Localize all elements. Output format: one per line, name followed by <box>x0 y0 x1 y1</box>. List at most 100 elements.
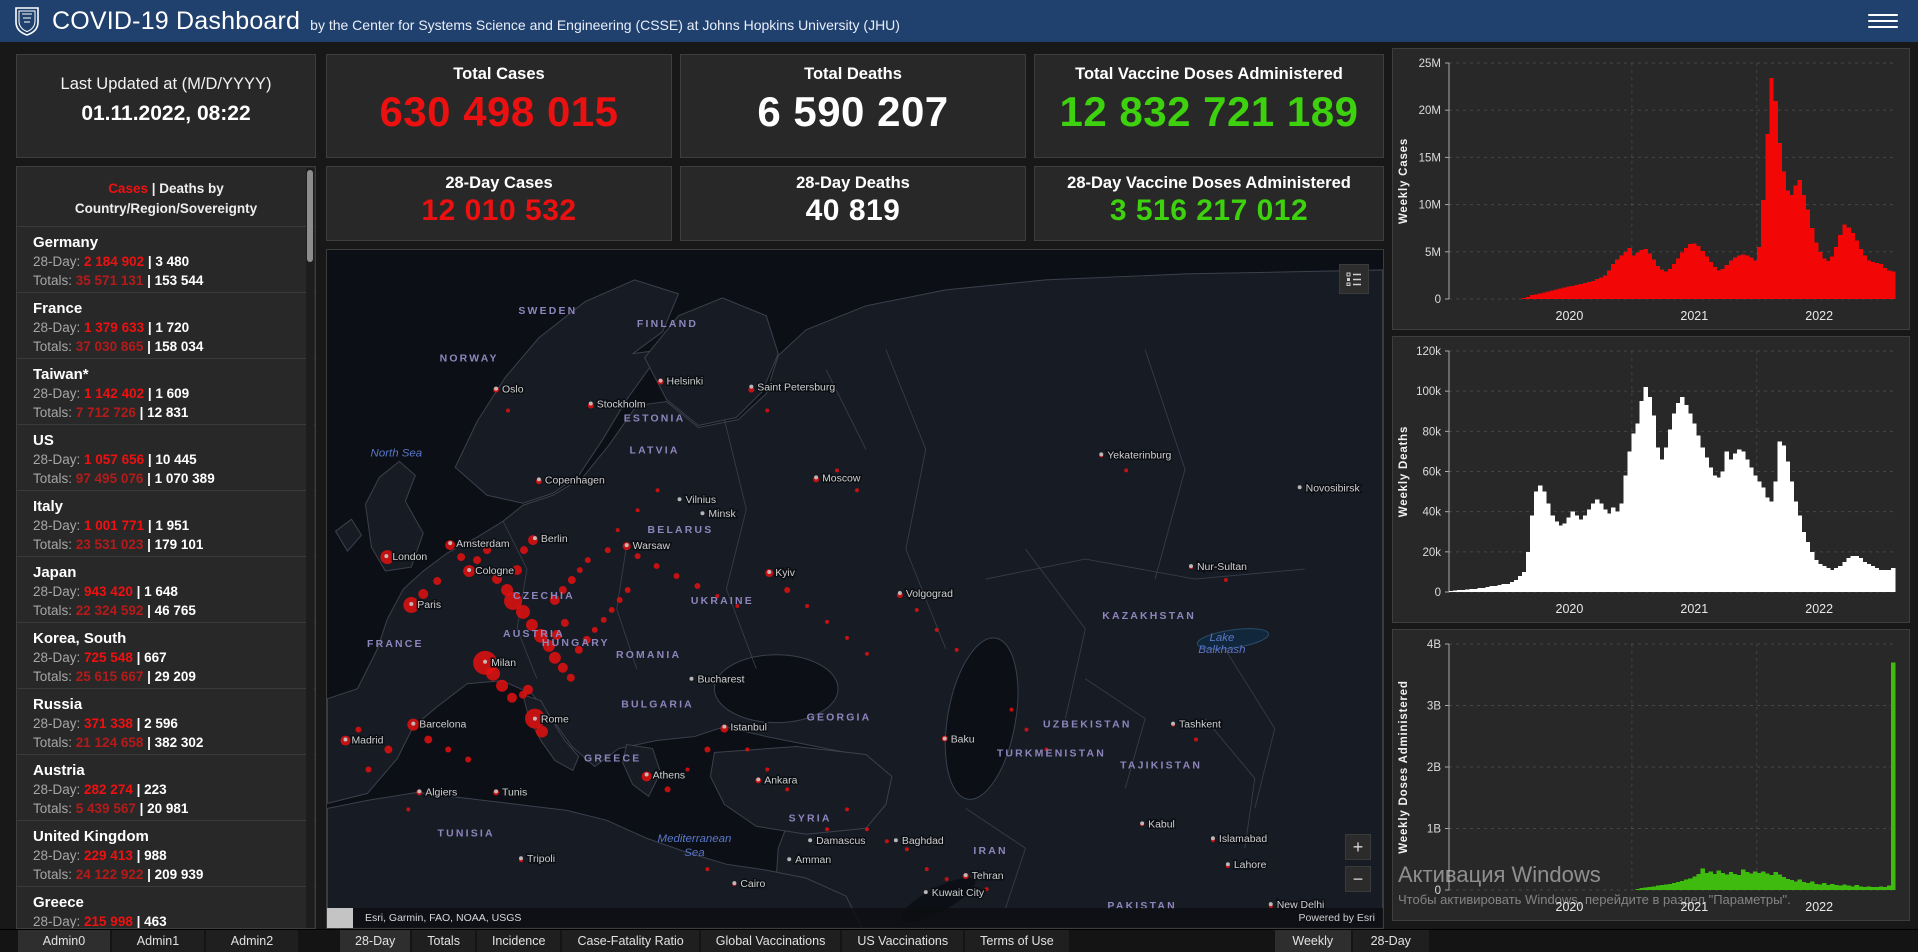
map-svg[interactable]: SWEDENFINLANDNORWAYESTONIALATVIABELARUSC… <box>327 250 1383 928</box>
tab-us-vaccinations[interactable]: US Vaccinations <box>842 930 963 952</box>
tab-28-day[interactable]: 28-Day <box>340 930 410 952</box>
scrollbar-thumb[interactable] <box>307 170 313 262</box>
case-marker[interactable] <box>592 627 598 633</box>
case-marker[interactable] <box>694 583 700 589</box>
country-entry[interactable]: US28-Day: 1 057 656 | 10 445Totals: 97 4… <box>17 424 315 490</box>
tab-admin2[interactable]: Admin2 <box>206 930 298 952</box>
tab-totals[interactable]: Totals <box>412 930 475 952</box>
case-marker[interactable] <box>885 839 889 843</box>
case-marker[interactable] <box>558 663 568 673</box>
country-entry[interactable]: Italy28-Day: 1 001 771 | 1 951Totals: 23… <box>17 490 315 556</box>
case-marker[interactable] <box>486 667 500 681</box>
case-marker[interactable] <box>945 877 949 881</box>
case-marker[interactable] <box>549 652 561 664</box>
map-canvas[interactable]: SWEDENFINLANDNORWAYESTONIALATVIABELARUSC… <box>327 250 1383 928</box>
case-marker[interactable] <box>704 747 710 753</box>
case-marker[interactable] <box>523 685 533 695</box>
country-entry[interactable]: France28-Day: 1 379 633 | 1 720Totals: 3… <box>17 292 315 358</box>
country-entry[interactable]: Korea, South28-Day: 725 548 | 667Totals:… <box>17 622 315 688</box>
case-marker[interactable] <box>561 619 569 627</box>
case-marker[interactable] <box>355 727 361 733</box>
case-marker[interactable] <box>654 563 660 569</box>
case-marker[interactable] <box>1025 728 1029 732</box>
map-zoom-out-button[interactable]: − <box>1345 866 1371 892</box>
tab-global-vaccinations[interactable]: Global Vaccinations <box>701 930 841 952</box>
case-marker[interactable] <box>955 648 959 652</box>
case-marker[interactable] <box>865 827 869 831</box>
case-marker[interactable] <box>516 605 530 619</box>
case-marker[interactable] <box>784 587 790 593</box>
case-marker[interactable] <box>745 748 749 752</box>
case-marker[interactable] <box>506 409 510 413</box>
case-marker[interactable] <box>577 567 583 573</box>
case-marker[interactable] <box>1010 708 1014 712</box>
case-marker[interactable] <box>445 747 451 753</box>
case-marker[interactable] <box>616 528 620 532</box>
case-marker[interactable] <box>855 488 859 492</box>
case-marker[interactable] <box>567 674 575 682</box>
case-marker[interactable] <box>507 693 517 703</box>
case-marker[interactable] <box>825 827 829 831</box>
country-entry[interactable]: Japan28-Day: 943 420 | 1 648Totals: 22 3… <box>17 556 315 622</box>
world-map[interactable]: SWEDENFINLANDNORWAYESTONIALATVIABELARUSC… <box>326 249 1384 929</box>
tab-weekly[interactable]: Weekly <box>1275 930 1351 952</box>
case-marker[interactable] <box>536 726 548 738</box>
case-marker[interactable] <box>496 680 508 692</box>
case-marker[interactable] <box>925 867 929 871</box>
case-marker[interactable] <box>835 468 839 472</box>
case-marker[interactable] <box>418 589 428 599</box>
tab-case-fatality-ratio[interactable]: Case-Fatality Ratio <box>562 930 698 952</box>
case-marker[interactable] <box>915 608 919 612</box>
case-marker[interactable] <box>905 847 909 851</box>
case-marker[interactable] <box>568 576 576 584</box>
legend-icon[interactable] <box>1339 264 1369 294</box>
case-marker[interactable] <box>665 786 671 792</box>
case-marker[interactable] <box>1224 578 1228 582</box>
case-marker[interactable] <box>384 746 392 754</box>
case-marker[interactable] <box>585 557 591 563</box>
case-marker[interactable] <box>656 488 660 492</box>
case-marker[interactable] <box>465 757 471 763</box>
case-marker[interactable] <box>424 736 432 744</box>
case-marker[interactable] <box>601 617 607 623</box>
case-marker[interactable] <box>765 767 769 771</box>
country-entry[interactable]: Taiwan*28-Day: 1 142 402 | 1 609Totals: … <box>17 358 315 424</box>
tab-admin0[interactable]: Admin0 <box>18 930 110 952</box>
case-marker[interactable] <box>406 807 410 811</box>
case-marker[interactable] <box>1194 738 1198 742</box>
country-entry[interactable]: Germany28-Day: 2 184 902 | 3 480Totals: … <box>17 226 315 292</box>
case-marker[interactable] <box>636 508 640 512</box>
tab-incidence[interactable]: Incidence <box>477 930 561 952</box>
case-marker[interactable] <box>457 553 465 561</box>
case-marker[interactable] <box>785 787 789 791</box>
case-marker[interactable] <box>520 546 528 554</box>
hamburger-menu-icon[interactable] <box>1868 8 1898 34</box>
case-marker[interactable] <box>433 577 441 585</box>
case-marker[interactable] <box>825 620 829 624</box>
case-marker[interactable] <box>609 607 615 613</box>
scrollbar[interactable] <box>306 168 314 929</box>
map-zoom-in-button[interactable]: + <box>1345 834 1371 860</box>
country-entry[interactable]: Russia28-Day: 371 338 | 2 596Totals: 21 … <box>17 688 315 754</box>
case-marker[interactable] <box>617 597 623 603</box>
country-entry[interactable]: Greece28-Day: 215 998 | 463Totals: 5 548… <box>17 886 315 929</box>
case-marker[interactable] <box>473 556 481 564</box>
case-marker[interactable] <box>985 887 989 891</box>
case-marker[interactable] <box>845 807 849 811</box>
case-marker[interactable] <box>674 573 680 579</box>
case-marker[interactable] <box>865 652 869 656</box>
case-marker[interactable] <box>765 409 769 413</box>
case-marker[interactable] <box>686 767 690 771</box>
case-marker[interactable] <box>528 535 538 545</box>
case-marker[interactable] <box>845 636 849 640</box>
case-marker[interactable] <box>625 587 631 593</box>
case-marker[interactable] <box>1124 468 1128 472</box>
esri-logo[interactable] <box>327 908 353 928</box>
case-marker[interactable] <box>705 867 709 871</box>
country-entry[interactable]: Austria28-Day: 282 274 | 223Totals: 5 43… <box>17 754 315 820</box>
case-marker[interactable] <box>365 766 371 772</box>
case-marker[interactable] <box>805 604 809 608</box>
tab-28-day[interactable]: 28-Day <box>1353 930 1429 952</box>
case-marker[interactable] <box>605 547 611 553</box>
tab-terms-of-use[interactable]: Terms of Use <box>965 930 1069 952</box>
